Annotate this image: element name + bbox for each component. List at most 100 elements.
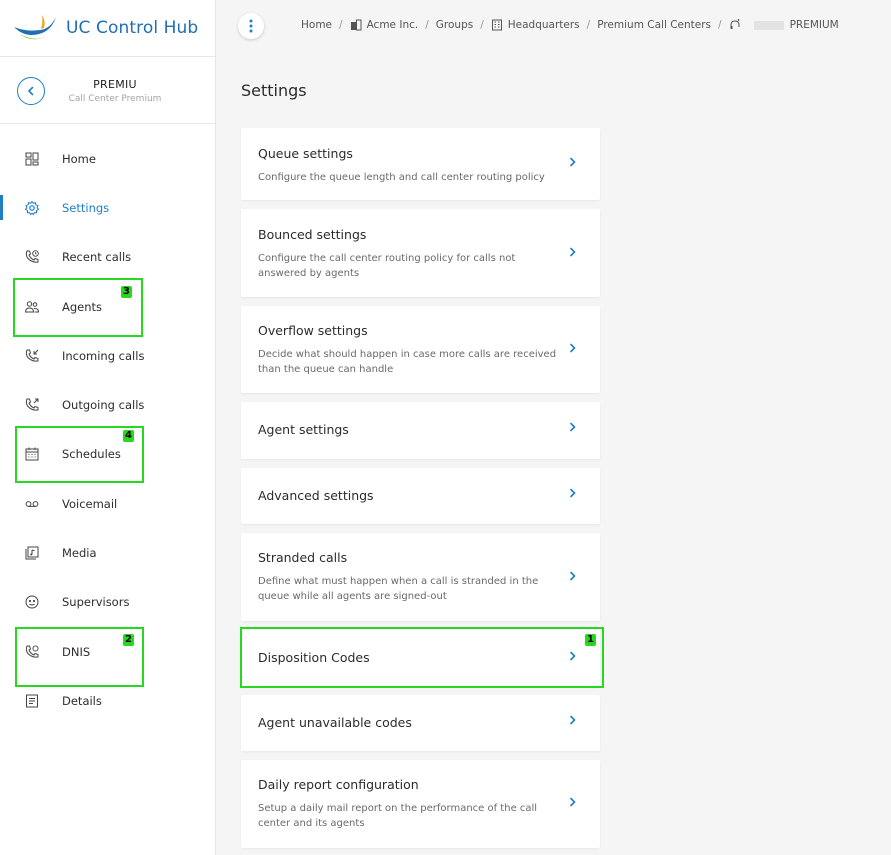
sidebar-item-label: Schedules: [62, 447, 121, 462]
sidebar-item-home[interactable]: Home: [0, 134, 215, 183]
sidebar-item-label: Agents: [62, 299, 103, 314]
sidebar-item-label: Home: [62, 151, 96, 166]
back-button[interactable]: [17, 77, 45, 105]
card-title: Overflow settings: [258, 323, 368, 338]
calendar-icon: [24, 446, 40, 462]
office-building-icon: [491, 19, 503, 31]
entity-subtitle: Call Center Premium: [68, 94, 162, 104]
breadcrumb-current: PREMIUM: [789, 19, 839, 31]
card-daily-report-configuration[interactable]: Daily report configuration Setup a daily…: [241, 760, 600, 848]
sidebar-item-label: Voicemail: [62, 496, 118, 511]
card-queue-settings[interactable]: Queue settings Configure the queue lengt…: [241, 128, 600, 200]
breadcrumb-groups[interactable]: Groups: [436, 19, 473, 31]
brand[interactable]: UC Control Hub: [0, 0, 215, 57]
sidebar-item-dnis[interactable]: DNIS: [0, 627, 215, 676]
breadcrumb-separator: /: [718, 19, 722, 31]
chevron-left-icon: [27, 86, 34, 96]
phone-dnis-icon: [24, 644, 40, 660]
annotation-badge: 3: [121, 286, 132, 298]
supervisor-icon: [24, 594, 40, 610]
breadcrumb-org[interactable]: Acme Inc.: [367, 19, 419, 31]
voicemail-icon: [24, 496, 40, 512]
card-description: Setup a daily mail report on the perform…: [258, 803, 538, 829]
kebab-icon: [249, 19, 253, 33]
card-agent-unavailable-codes[interactable]: Agent unavailable codes: [241, 695, 600, 751]
headset-icon: [729, 19, 741, 31]
sidebar-item-label: Outgoing calls: [62, 398, 145, 413]
annotation-badge: 1: [585, 634, 596, 646]
card-bounced-settings[interactable]: Bounced settings Configure the call cent…: [241, 209, 600, 297]
chevron-right-icon: [570, 571, 576, 581]
details-icon: [24, 693, 40, 709]
top-bar: Home / Acme Inc. / Groups / Headquarters…: [216, 0, 891, 52]
sidebar-item-label: Recent calls: [62, 250, 132, 265]
card-description: Decide what should happen in case more c…: [258, 349, 557, 375]
sidebar-item-details[interactable]: Details: [0, 676, 215, 725]
sidebar-item-label: Details: [62, 693, 102, 708]
sidebar: UC Control Hub PREMIU Call Center Premiu…: [0, 0, 216, 855]
sidebar-item-voicemail[interactable]: Voicemail: [0, 479, 215, 528]
card-title: Agent settings: [258, 422, 349, 437]
brand-logo-icon: [14, 15, 56, 40]
phone-incoming-icon: [24, 348, 40, 364]
sidebar-item-media[interactable]: Media: [0, 528, 215, 577]
card-title: Disposition Codes: [258, 650, 370, 665]
sidebar-item-outgoing-calls[interactable]: Outgoing calls: [0, 380, 215, 429]
card-description: Configure the call center routing policy…: [258, 253, 516, 279]
chevron-right-icon: [570, 488, 576, 498]
sidebar-item-supervisors[interactable]: Supervisors: [0, 578, 215, 627]
breadcrumb-separator: /: [480, 19, 484, 31]
breadcrumb-separator: /: [339, 19, 343, 31]
card-title: Bounced settings: [258, 227, 367, 242]
phone-clock-icon: [24, 249, 40, 265]
chevron-right-icon: [570, 247, 576, 257]
card-title: Daily report configuration: [258, 777, 419, 792]
sidebar-item-agents[interactable]: Agents: [0, 282, 215, 331]
breadcrumb-home[interactable]: Home: [301, 19, 332, 31]
card-advanced-settings[interactable]: Advanced settings: [241, 468, 600, 524]
annotation-badge: 2: [123, 634, 134, 646]
sidebar-item-label: Settings: [62, 200, 110, 215]
sidebar-item-label: DNIS: [62, 644, 91, 659]
brand-name: UC Control Hub: [66, 18, 199, 38]
sidebar-item-schedules[interactable]: Schedules: [0, 430, 215, 479]
chevron-right-icon: [570, 715, 576, 725]
entity-name: PREMIU: [93, 78, 137, 91]
sidebar-item-incoming-calls[interactable]: Incoming calls: [0, 331, 215, 380]
breadcrumb-site[interactable]: Headquarters: [508, 19, 580, 31]
sidebar-item-recent-calls[interactable]: Recent calls: [0, 233, 215, 282]
card-title: Advanced settings: [258, 488, 374, 503]
more-menu-button[interactable]: [238, 13, 264, 39]
chevron-right-icon: [570, 797, 576, 807]
chevron-right-icon: [570, 651, 576, 661]
card-overflow-settings[interactable]: Overflow settings Decide what should hap…: [241, 306, 600, 393]
card-agent-settings[interactable]: Agent settings: [241, 402, 600, 459]
card-description: Configure the queue length and call cent…: [258, 172, 545, 183]
media-icon: [24, 545, 40, 561]
sidebar-item-settings[interactable]: Settings: [0, 183, 215, 232]
breadcrumb-section[interactable]: Premium Call Centers: [597, 19, 711, 31]
sidebar-item-label: Supervisors: [62, 595, 130, 610]
gear-icon: [24, 200, 40, 216]
entity-header: PREMIU Call Center Premium: [0, 57, 215, 124]
chevron-right-icon: [570, 157, 576, 167]
breadcrumb-separator: /: [425, 19, 429, 31]
users-icon: [24, 299, 40, 315]
page-title: Settings: [241, 81, 307, 100]
sidebar-item-label: Incoming calls: [62, 348, 145, 363]
card-stranded-calls[interactable]: Stranded calls Define what must happen w…: [241, 533, 600, 621]
dashboard-icon: [24, 151, 40, 167]
sidebar-nav: Home Settings Recent calls Agents Incomi…: [0, 134, 215, 726]
chevron-right-icon: [570, 343, 576, 353]
card-title: Stranded calls: [258, 550, 348, 565]
card-title: Queue settings: [258, 146, 353, 161]
card-disposition-codes[interactable]: Disposition Codes: [241, 630, 600, 686]
breadcrumb-separator: /: [586, 19, 591, 31]
chevron-right-icon: [570, 422, 576, 432]
breadcrumb: Home / Acme Inc. / Groups / Headquarters…: [301, 19, 839, 31]
card-title: Agent unavailable codes: [258, 715, 412, 730]
phone-outgoing-icon: [24, 397, 40, 413]
sidebar-item-label: Media: [62, 546, 97, 561]
building-icon: [350, 19, 362, 31]
redacted-text: [753, 20, 784, 30]
